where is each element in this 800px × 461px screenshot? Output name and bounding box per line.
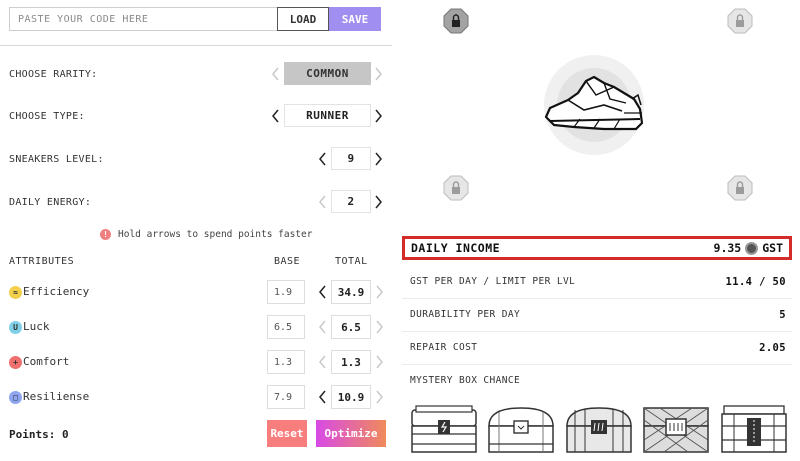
mystery-box-2-icon — [487, 404, 555, 454]
stat-label: DURABILITY PER DAY — [410, 309, 521, 320]
mystery-box-3-icon — [565, 404, 633, 454]
energy-value: 2 — [331, 190, 371, 213]
attribute-name: Comfort — [23, 355, 70, 368]
optimize-button[interactable]: Optimize — [316, 420, 386, 447]
stat-value: 5 — [779, 309, 786, 321]
stat-label: REPAIR COST — [410, 342, 478, 353]
divider — [402, 331, 792, 332]
total-header: TOTAL — [335, 256, 368, 267]
efficiency-base: 1.9 — [267, 280, 305, 304]
efficiency-total: 34.9 — [331, 280, 371, 304]
daily-income-value: 9.35 GST — [714, 241, 783, 255]
divider — [402, 298, 792, 299]
level-prev-arrow[interactable] — [317, 151, 329, 167]
points-remaining: Points: 0 — [9, 428, 69, 441]
level-value: 9 — [331, 147, 371, 170]
energy-next-arrow[interactable] — [372, 194, 384, 210]
mystery-box-label: MYSTERY BOX CHANCE — [410, 375, 786, 386]
type-value: RUNNER — [284, 104, 371, 127]
hint-text: Hold arrows to spend points faster — [118, 229, 313, 240]
resilience-base: 7.9 — [267, 385, 305, 409]
rarity-value: COMMON — [284, 62, 371, 85]
luck-base: 6.5 — [267, 315, 305, 339]
divider — [0, 45, 392, 46]
save-button[interactable]: SAVE — [329, 7, 381, 31]
hint: ! Hold arrows to spend points faster — [100, 229, 312, 240]
energy-prev-arrow[interactable] — [317, 194, 329, 210]
daily-income-label: DAILY INCOME — [411, 241, 501, 255]
comfort-icon: + — [9, 356, 22, 369]
type-label: CHOOSE TYPE: — [9, 111, 85, 122]
stat-row-repair-cost: REPAIR COST 2.05 — [410, 342, 786, 354]
energy-label: DAILY ENERGY: — [9, 197, 92, 208]
attribute-name: Luck — [23, 320, 50, 333]
stat-value: 2.05 — [759, 342, 786, 354]
resilience-icon: □ — [9, 391, 22, 404]
stat-label: MYSTERY BOX CHANCE — [410, 375, 521, 386]
lock-icon[interactable] — [443, 8, 469, 34]
level-next-arrow[interactable] — [372, 151, 384, 167]
comfort-plus-arrow[interactable] — [373, 354, 385, 370]
comfort-base: 1.3 — [267, 350, 305, 374]
stat-label: GST PER DAY / LIMIT PER LVL — [410, 276, 576, 287]
daily-income-currency: GST — [762, 241, 783, 255]
mystery-box-1-icon — [410, 404, 478, 454]
luck-total: 6.5 — [331, 315, 371, 339]
type-next-arrow[interactable] — [372, 108, 384, 124]
level-label: SNEAKERS LEVEL: — [9, 154, 104, 165]
attribute-name: Efficiency — [23, 285, 90, 298]
efficiency-minus-arrow[interactable] — [317, 284, 329, 300]
stat-row-durability: DURABILITY PER DAY 5 — [410, 309, 786, 321]
comfort-minus-arrow[interactable] — [317, 354, 329, 370]
type-prev-arrow[interactable] — [270, 108, 282, 124]
gst-coin-icon — [745, 241, 759, 255]
efficiency-icon: ≈ — [9, 286, 22, 299]
stat-row-gst-per-day: GST PER DAY / LIMIT PER LVL 11.4 / 50 — [410, 276, 786, 288]
resilience-minus-arrow[interactable] — [317, 389, 329, 405]
rarity-label: CHOOSE RARITY: — [9, 69, 98, 80]
sneaker-image — [544, 55, 644, 155]
rarity-prev-arrow[interactable] — [270, 66, 282, 82]
rarity-next-arrow[interactable] — [372, 66, 384, 82]
lock-icon[interactable] — [727, 175, 753, 201]
load-button[interactable]: LOAD — [277, 7, 329, 31]
attribute-name: Resiliense — [23, 390, 90, 403]
daily-income-amount: 9.35 — [713, 241, 742, 255]
resilience-plus-arrow[interactable] — [373, 389, 385, 405]
mystery-box-5-icon — [720, 404, 788, 454]
resilience-total: 10.9 — [331, 385, 371, 409]
code-input[interactable] — [9, 7, 277, 31]
luck-icon: U — [9, 321, 22, 334]
reset-button[interactable]: Reset — [267, 420, 307, 447]
divider — [402, 364, 792, 365]
attributes-header: ATTRIBUTES — [9, 256, 75, 267]
comfort-total: 1.3 — [331, 350, 371, 374]
daily-income-row: DAILY INCOME 9.35 GST — [402, 236, 792, 260]
lock-icon[interactable] — [727, 8, 753, 34]
info-icon: ! — [100, 229, 111, 240]
lock-icon[interactable] — [443, 175, 469, 201]
efficiency-plus-arrow[interactable] — [373, 284, 385, 300]
stat-value: 11.4 / 50 — [725, 276, 786, 288]
base-header: BASE — [274, 256, 301, 267]
luck-minus-arrow[interactable] — [317, 319, 329, 335]
mystery-box-4-icon — [642, 404, 710, 454]
luck-plus-arrow[interactable] — [373, 319, 385, 335]
